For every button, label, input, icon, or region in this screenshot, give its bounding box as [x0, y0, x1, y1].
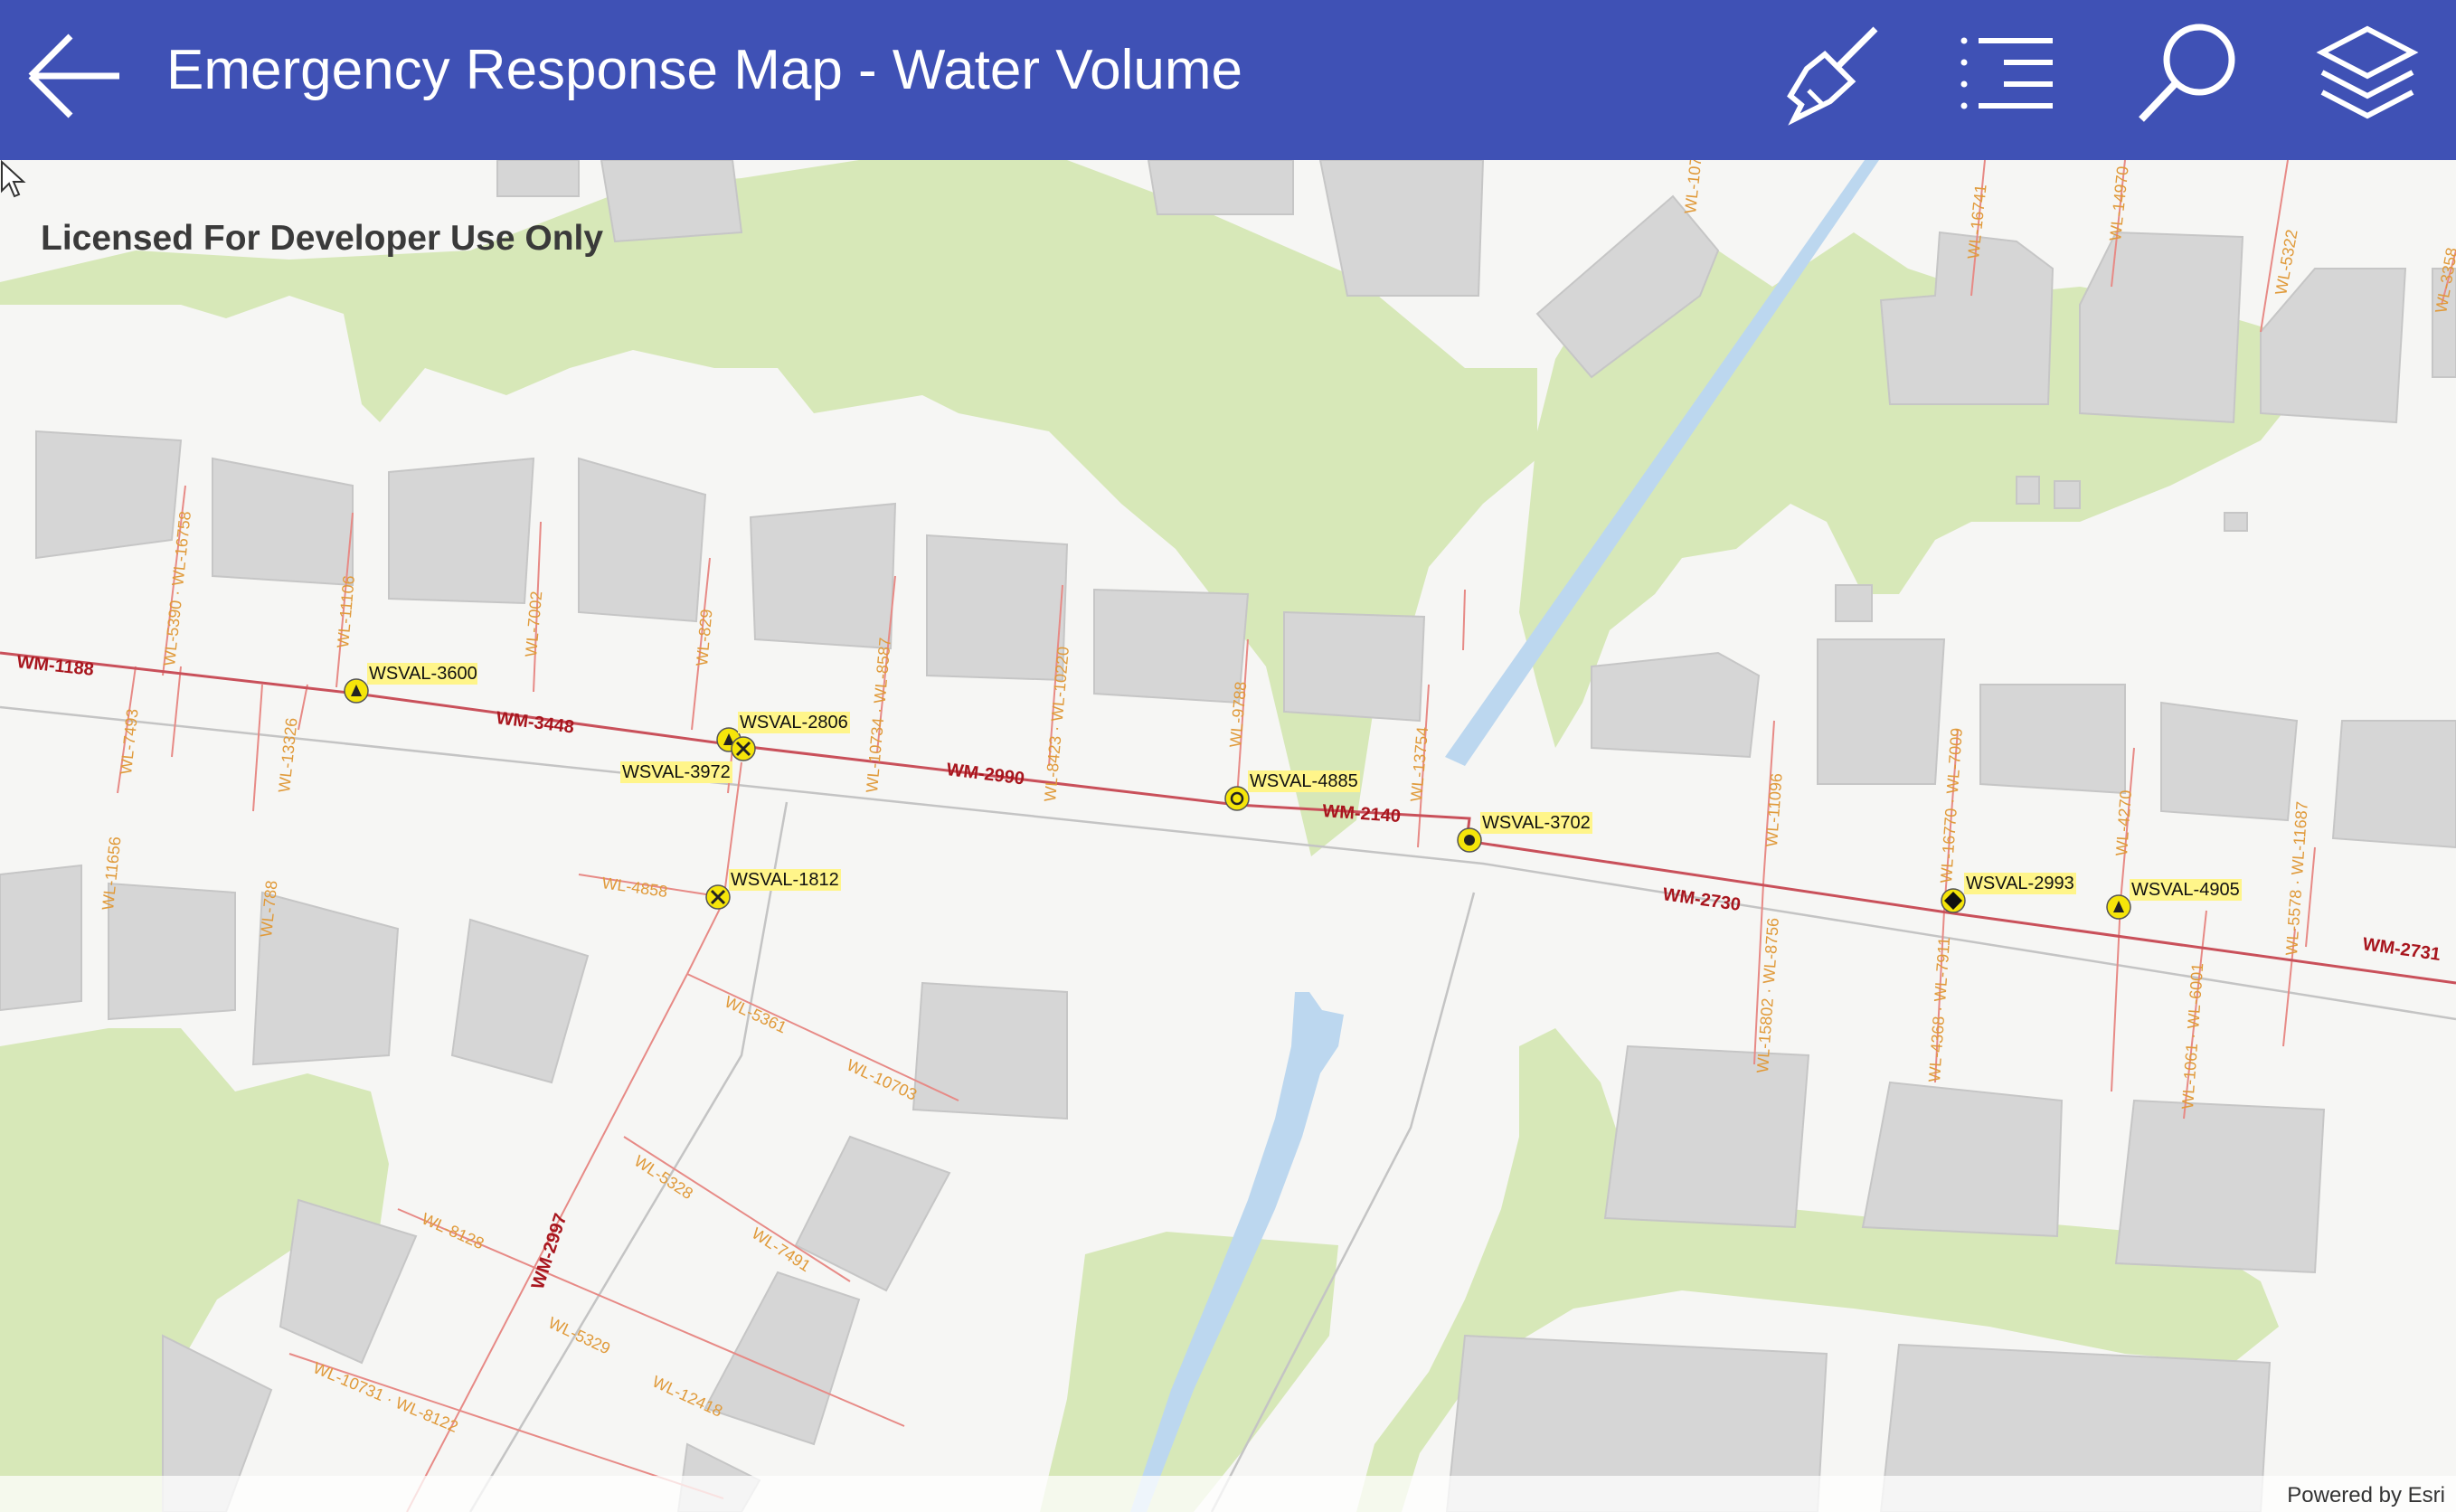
- back-arrow-icon[interactable]: [25, 25, 127, 127]
- attribution-text: Powered by Esri: [2287, 1483, 2445, 1507]
- valve-wsval-4905: WSVAL-4905: [2106, 879, 2242, 920]
- page-title: Emergency Response Map - Water Volume: [166, 39, 1242, 101]
- svg-text:WL-8128: WL-8128: [419, 1209, 486, 1252]
- svg-text:WL-1061 · WL-6001: WL-1061 · WL-6001: [2178, 962, 2206, 1110]
- svg-text:WL-13754: WL-13754: [1407, 726, 1431, 802]
- svg-text:WM-2990: WM-2990: [945, 760, 1025, 789]
- layers-icon[interactable]: [2311, 18, 2423, 130]
- valve-wsval-3702: WSVAL-3702: [1457, 812, 1592, 853]
- valve-wsval-3600: WSVAL-3600: [344, 663, 477, 704]
- svg-text:WL-7493: WL-7493: [117, 708, 142, 776]
- mouse-cursor-icon: [1, 160, 26, 198]
- svg-text:WL-16770 · WL-7009: WL-16770 · WL-7009: [1937, 727, 1966, 884]
- svg-text:WSVAL-4885: WSVAL-4885: [1250, 771, 1358, 791]
- svg-text:WL-14970: WL-14970: [2106, 165, 2132, 242]
- svg-text:WL-11106: WL-11106: [334, 575, 358, 649]
- attribution-bar: Powered by Esri: [0, 1476, 2456, 1512]
- svg-text:WL-5361: WL-5361: [722, 992, 789, 1036]
- svg-text:WL-10731 · WL-8122: WL-10731 · WL-8122: [310, 1358, 460, 1436]
- svg-text:WSVAL-3702: WSVAL-3702: [1482, 813, 1591, 833]
- svg-text:WSVAL-3600: WSVAL-3600: [369, 664, 477, 684]
- svg-text:WM-1188: WM-1188: [15, 652, 94, 680]
- svg-text:WL-10734 · WL-8587: WL-10734 · WL-8587: [863, 637, 894, 793]
- svg-text:WL-13326: WL-13326: [275, 717, 301, 794]
- svg-text:WL-11096: WL-11096: [1762, 772, 1786, 847]
- search-icon[interactable]: [2134, 18, 2246, 130]
- svg-text:WL-4270: WL-4270: [2112, 789, 2135, 856]
- svg-text:WSVAL-2806: WSVAL-2806: [740, 713, 848, 732]
- svg-text:WSVAL-3972: WSVAL-3972: [622, 762, 731, 782]
- list-icon[interactable]: [1953, 18, 2065, 130]
- svg-text:WSVAL-4905: WSVAL-4905: [2131, 880, 2240, 900]
- svg-text:WL-4858: WL-4858: [600, 874, 668, 901]
- clear-brush-icon[interactable]: [1772, 18, 1885, 130]
- svg-text:WM-2731: WM-2731: [2361, 934, 2442, 965]
- svg-text:WM-3448: WM-3448: [495, 708, 575, 737]
- svg-text:WL-5329: WL-5329: [545, 1313, 613, 1357]
- valve-wsval-2993: WSVAL-2993: [1941, 873, 2076, 913]
- svg-text:WL-4368 · WL-7911: WL-4368 · WL-7911: [1925, 937, 1953, 1083]
- map-view[interactable]: WL-5390 · WL-16758 WL-11106 WL-7002 WL-8…: [0, 160, 2456, 1512]
- valve-wsval-3972: WSVAL-3972: [620, 736, 756, 783]
- svg-text:WSVAL-1812: WSVAL-1812: [731, 870, 839, 890]
- app-header: Emergency Response Map - Water Volume: [0, 0, 2456, 160]
- svg-text:WL-1076: WL-1076: [1681, 160, 1706, 214]
- svg-text:WL-829: WL-829: [693, 609, 715, 667]
- license-watermark: Licensed For Developer Use Only: [41, 219, 604, 258]
- svg-text:WL-10703: WL-10703: [844, 1055, 920, 1103]
- svg-text:WSVAL-2993: WSVAL-2993: [1966, 874, 2074, 893]
- svg-text:WM-2730: WM-2730: [1661, 884, 1742, 915]
